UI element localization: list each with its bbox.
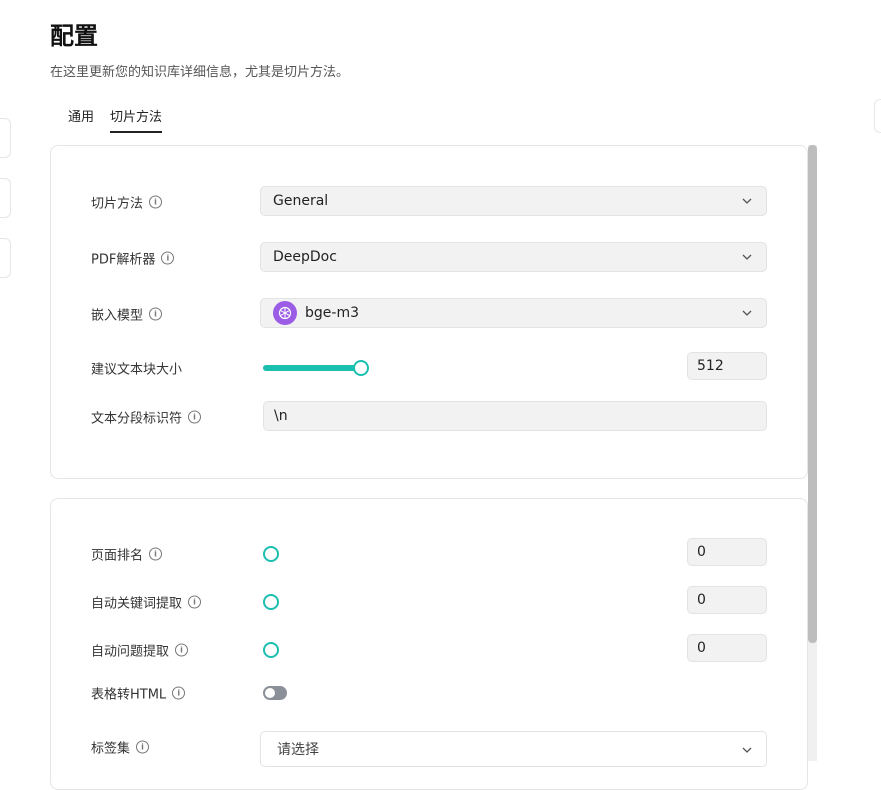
delimiter-label: 文本分段标识符 i (91, 408, 202, 427)
auto-keywords-row: 自动关键词提取 i 0 (91, 586, 767, 618)
info-icon[interactable]: i (161, 251, 175, 265)
page-rank-label: 页面排名 i (91, 545, 163, 564)
pdf-parser-row: PDF解析器 i DeepDoc (91, 242, 767, 274)
chunk-method-label-text: 切片方法 (91, 196, 144, 212)
tag-sets-select[interactable]: 请选择 (260, 731, 767, 767)
page-description: 在这里更新您的知识库详细信息，尤其是切片方法。 (50, 65, 350, 80)
chevron-down-icon (742, 198, 752, 204)
chunk-size-slider[interactable] (263, 365, 359, 371)
chevron-down-icon (742, 254, 752, 260)
scrollbar[interactable] (808, 145, 817, 761)
chunk-settings-card: 切片方法 i General PDF解析器 i DeepDoc 嵌入模型 i b… (50, 145, 808, 479)
side-panel-stub[interactable] (0, 178, 11, 218)
chunk-method-value: General (273, 193, 329, 209)
tag-sets-placeholder: 请选择 (277, 742, 319, 758)
auto-questions-input[interactable]: 0 (687, 634, 767, 662)
page-rank-slider-handle[interactable] (263, 546, 279, 562)
pdf-parser-value: DeepDoc (273, 249, 337, 265)
embedding-model-value: bge-m3 (305, 305, 359, 321)
html4excel-toggle[interactable] (263, 686, 287, 700)
delimiter-row: 文本分段标识符 i \n (91, 401, 767, 433)
auto-questions-slider-handle[interactable] (263, 642, 279, 658)
html4excel-label: 表格转HTML i (91, 684, 186, 703)
auto-questions-label-text: 自动问题提取 (91, 644, 170, 660)
html4excel-label-text: 表格转HTML (91, 687, 167, 703)
info-icon[interactable]: i (188, 595, 202, 609)
scrollbar-thumb[interactable] (808, 145, 817, 643)
page-rank-input[interactable]: 0 (687, 538, 767, 566)
tab-general[interactable]: 通用 (68, 104, 94, 133)
pdf-parser-label: PDF解析器 i (91, 249, 175, 268)
info-icon[interactable]: i (136, 740, 150, 754)
page-title: 配置 (50, 22, 98, 50)
side-panel-stub[interactable] (874, 99, 881, 133)
info-icon[interactable]: i (172, 686, 186, 700)
chunk-size-label-text: 建议文本块大小 (91, 362, 183, 378)
chunk-method-select[interactable]: General (260, 186, 767, 216)
model-logo-icon (273, 301, 297, 325)
info-icon[interactable]: i (149, 195, 163, 209)
tag-sets-label: 标签集 i (91, 738, 150, 757)
pdf-parser-select[interactable]: DeepDoc (260, 242, 767, 272)
chunk-size-label: 建议文本块大小 (91, 359, 182, 378)
page-rank-row: 页面排名 i 0 (91, 538, 767, 570)
html4excel-row: 表格转HTML i (91, 677, 767, 709)
chunk-method-row: 切片方法 i General (91, 186, 767, 218)
auto-keywords-slider-handle[interactable] (263, 594, 279, 610)
tab-chunk-method[interactable]: 切片方法 (110, 104, 163, 133)
info-icon[interactable]: i (188, 410, 202, 424)
tag-sets-row: 标签集 i 请选择 (91, 731, 767, 767)
side-panel-stub[interactable] (0, 118, 11, 158)
chunk-size-slider-handle[interactable] (353, 360, 369, 376)
embedding-model-label-text: 嵌入模型 (91, 308, 144, 324)
auto-questions-label: 自动问题提取 i (91, 641, 189, 660)
tag-sets-label-text: 标签集 (91, 741, 131, 757)
auto-keywords-label: 自动关键词提取 i (91, 593, 202, 612)
tab-bar: 通用 切片方法 (68, 104, 163, 133)
page-rank-label-text: 页面排名 (91, 548, 144, 564)
auto-keywords-input[interactable]: 0 (687, 586, 767, 614)
info-icon[interactable]: i (149, 307, 163, 321)
chunk-method-label: 切片方法 i (91, 193, 163, 212)
advanced-settings-card: 页面排名 i 0 自动关键词提取 i 0 自动问题提取 i 0 表格转HTML … (50, 498, 808, 790)
auto-keywords-label-text: 自动关键词提取 (91, 596, 183, 612)
chevron-down-icon (742, 310, 752, 316)
chevron-down-icon (742, 747, 752, 753)
embedding-model-select[interactable]: bge-m3 (260, 298, 767, 328)
embedding-model-label: 嵌入模型 i (91, 305, 163, 324)
auto-questions-row: 自动问题提取 i 0 (91, 634, 767, 666)
chunk-size-row: 建议文本块大小 512 (91, 352, 767, 384)
delimiter-label-text: 文本分段标识符 (91, 411, 183, 427)
info-icon[interactable]: i (149, 547, 163, 561)
chunk-size-input[interactable]: 512 (687, 352, 767, 380)
pdf-parser-label-text: PDF解析器 (91, 252, 156, 268)
embedding-model-row: 嵌入模型 i bge-m3 (91, 298, 767, 330)
toggle-knob (265, 688, 275, 698)
side-panel-stub[interactable] (0, 238, 11, 278)
info-icon[interactable]: i (175, 643, 189, 657)
delimiter-input[interactable]: \n (263, 401, 767, 431)
